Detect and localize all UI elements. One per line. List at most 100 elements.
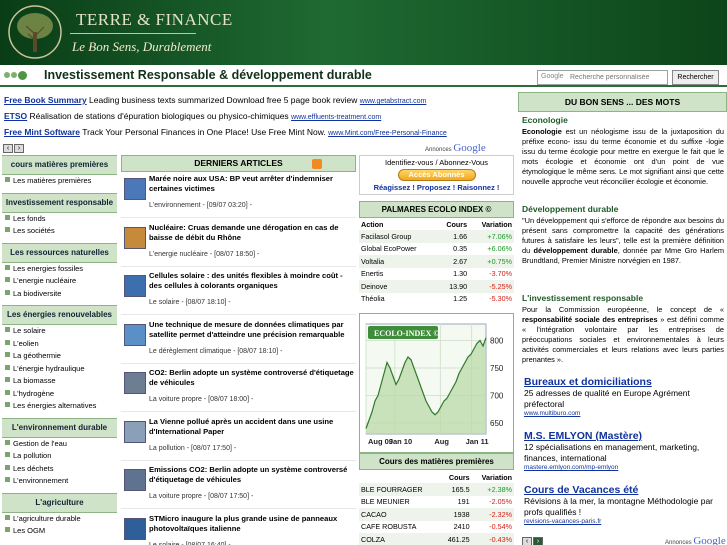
article-title-link[interactable]: Emissions CO2: Berlin adopte un système …	[149, 465, 355, 485]
nav-item[interactable]: L'hydrogène	[2, 388, 117, 401]
site-title[interactable]: TERRE & FINANCE	[76, 10, 233, 30]
rss-icon[interactable]	[312, 159, 322, 169]
right-ad-title[interactable]: M.S. EMLYON (Mastère)	[524, 430, 724, 442]
table-row[interactable]: CACAO 1938 -2.32%	[359, 508, 514, 521]
ad-title-link[interactable]: Free Book Summary	[4, 95, 87, 105]
nav-section-heading[interactable]: L'environnement durable	[2, 417, 117, 438]
table-row[interactable]: Enertis 1.30 -3.70%	[359, 268, 514, 281]
nav-item[interactable]: L'energie nucléaire	[2, 275, 117, 288]
nav-item[interactable]: Les matières premières	[2, 175, 117, 188]
next-ad-icon[interactable]: ›	[533, 537, 543, 545]
tree-logo-icon[interactable]	[4, 4, 66, 60]
table-row[interactable]: Théolia 1.25 -5.30%	[359, 293, 514, 306]
right-ad-title[interactable]: Bureaux et domiciliations	[524, 376, 724, 388]
right-ad-url[interactable]: mastere.emlyon.com/mp-emlyon	[524, 464, 724, 471]
article-category-link[interactable]: La pollution	[149, 445, 185, 452]
right-ad-url[interactable]: www.multiburo.com	[524, 410, 724, 417]
article-category-link[interactable]: La voiture propre	[149, 396, 202, 403]
chart-y-tick: 700	[490, 392, 504, 401]
table-row[interactable]: Global EcoPower 0.35 +6.06%	[359, 243, 514, 256]
article-meta: Le solaire - [08/07 16:40] -	[149, 542, 231, 545]
nav-section-heading[interactable]: Investissement responsable	[2, 192, 117, 213]
article-title-link[interactable]: CO2: Berlin adopte un système controvers…	[149, 368, 355, 388]
ad-url-link[interactable]: www.effluents-treatment.com	[291, 114, 381, 121]
ad-url-link[interactable]: www.getabstract.com	[360, 98, 427, 105]
ir-body-1: Pour la Commission européenne, le concep…	[522, 305, 724, 314]
subscribers-access-button[interactable]: Accès Abonnés	[397, 169, 476, 181]
search-button[interactable]: Rechercher	[672, 70, 719, 85]
table-row[interactable]: COLZA 461.25 -0.43%	[359, 533, 514, 545]
article-title-link[interactable]: Nucléaire: Cruas demande une dérogation …	[149, 223, 355, 243]
article-thumbnail[interactable]	[124, 226, 146, 249]
nav-item[interactable]: Les énergies alternatives	[2, 400, 117, 413]
table-row[interactable]: CAFE ROBUSTA 2410 -0.54%	[359, 521, 514, 534]
article-title-link[interactable]: Une technique de mesure de données clima…	[149, 320, 355, 340]
nav-section-heading[interactable]: cours matières premières	[2, 155, 117, 175]
login-prompt[interactable]: Identifiez-vous / Abonnez-Vous	[360, 158, 513, 167]
nav-item[interactable]: La biodiversite	[2, 288, 117, 301]
nav-item-label: Les matières premières	[13, 176, 92, 185]
search-input[interactable]	[570, 72, 666, 83]
nav-item[interactable]: L'environnement	[2, 475, 117, 488]
nav-section-heading[interactable]: Les ressources naturelles	[2, 242, 117, 263]
prev-ad-icon[interactable]: ‹	[522, 537, 532, 545]
article-title-link[interactable]: STMicro inaugure la plus grande usine de…	[149, 514, 355, 534]
article-category-link[interactable]: Le solaire	[149, 542, 179, 545]
article-thumbnail[interactable]	[124, 323, 146, 346]
row-name: CAFE ROBUSTA	[361, 522, 417, 532]
article-thumbnail[interactable]	[124, 178, 146, 200]
table-row[interactable]: BLE FOURRAGER 165.5 +2.38%	[359, 483, 514, 496]
right-ad: M.S. EMLYON (Mastère) 12 spécialisations…	[524, 430, 724, 471]
nav-item[interactable]: L'énergie hydraulique	[2, 363, 117, 376]
nav-item[interactable]: Les OGM	[2, 525, 117, 538]
nav-item[interactable]: L'agriculture durable	[2, 513, 117, 526]
table-row[interactable]: Deinove 13.90 -5.25%	[359, 280, 514, 293]
right-ad-url[interactable]: revisions-vacances-paris.fr	[524, 518, 724, 525]
nav-item[interactable]: Les déchets	[2, 463, 117, 476]
table-row[interactable]: BLE MEUNIER 191 -2.05%	[359, 496, 514, 509]
ad-url-link[interactable]: www.Mint.com/Free-Personal-Finance	[328, 130, 447, 137]
bullet-square-icon	[5, 227, 10, 232]
article-thumbnail[interactable]	[124, 275, 146, 297]
article-category-link[interactable]: L'environnement	[149, 202, 201, 209]
article-thumbnail[interactable]	[124, 372, 146, 394]
nav-item[interactable]: Les sociétés	[2, 225, 117, 238]
ad-text: Réalisation de stations d'épuration biol…	[29, 111, 289, 121]
article-thumbnail[interactable]	[124, 420, 146, 443]
nav-item[interactable]: Gestion de l'eau	[2, 438, 117, 451]
article-thumbnail[interactable]	[124, 469, 146, 491]
article-category-link[interactable]: Le solaire	[149, 299, 179, 306]
nav-item[interactable]: Le solaire	[2, 325, 117, 338]
annonces-google-label[interactable]: Annonces Google	[425, 142, 486, 154]
nav-item[interactable]: Les energies fossiles	[2, 263, 117, 276]
right-ad-title[interactable]: Cours de Vacances été	[524, 484, 724, 496]
nav-section-heading[interactable]: L'agriculture	[2, 492, 117, 513]
bullet-square-icon	[5, 527, 10, 532]
next-ad-icon[interactable]: ›	[14, 144, 24, 153]
row-price: 2.67	[436, 255, 470, 268]
react-propose-links[interactable]: Réagissez ! Proposez ! Raisonnez !	[360, 183, 513, 192]
commodities-heading: Cours des matières premières	[359, 453, 514, 470]
annonces-google-label[interactable]: Annonces Google	[665, 535, 726, 545]
table-row[interactable]: Facilasol Group 1.66 +7.06%	[359, 230, 514, 243]
article-meta: L'energie nucléaire - [08/07 18:50] -	[149, 251, 259, 258]
nav-item[interactable]: La biomasse	[2, 375, 117, 388]
table-row[interactable]: Voltalia 2.67 +0.75%	[359, 255, 514, 268]
nav-item[interactable]: Les fonds	[2, 213, 117, 226]
article-thumbnail[interactable]	[124, 517, 146, 540]
nav-item[interactable]: L'eolien	[2, 338, 117, 351]
nav-item[interactable]: La géothermie	[2, 350, 117, 363]
prev-ad-icon[interactable]: ‹	[3, 144, 13, 153]
article-title-link[interactable]: Cellules solaire : des unités flexibles …	[149, 271, 355, 291]
article-title-link[interactable]: Marée noire aux USA: BP veut arrêter d'i…	[149, 174, 355, 194]
ad-title-link[interactable]: ETSO	[4, 111, 27, 121]
row-name: Théolia	[361, 294, 385, 304]
article-category-link[interactable]: Le dérèglement climatique	[149, 348, 231, 355]
article-category-link[interactable]: La voiture propre	[149, 493, 202, 500]
nav-item[interactable]: La pollution	[2, 450, 117, 463]
ad-title-link[interactable]: Free Mint Software	[4, 127, 80, 137]
bullet-square-icon	[5, 477, 10, 482]
nav-section-heading[interactable]: Les énergies renouvelables	[2, 305, 117, 325]
article-title-link[interactable]: La Vienne pollué après un accident dans …	[149, 417, 355, 437]
article-category-link[interactable]: L'energie nucléaire	[149, 251, 208, 258]
